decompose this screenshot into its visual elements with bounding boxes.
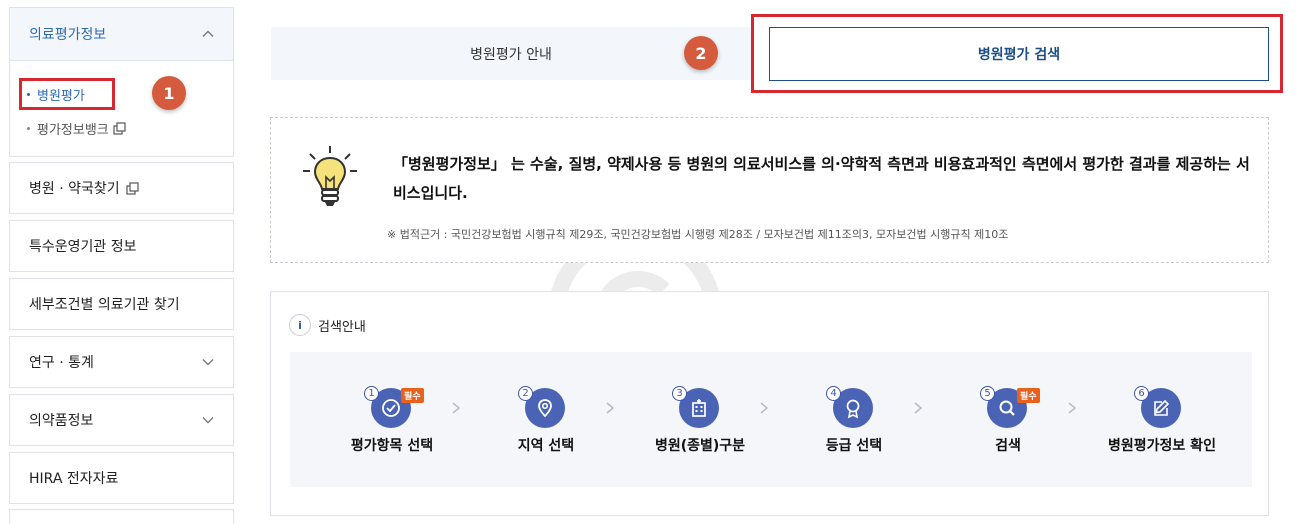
step-label: 검색 xyxy=(995,438,1021,454)
menu-item-drug-info[interactable]: 의약품정보 xyxy=(9,394,234,446)
chevron-down-icon xyxy=(201,413,215,427)
highlight-box-1 xyxy=(19,78,115,110)
new-window-icon xyxy=(126,181,139,195)
menu-item-special-institutions[interactable]: 특수운영기관 정보 xyxy=(9,220,234,272)
chevron-right-icon xyxy=(1067,401,1077,415)
chevron-right-icon xyxy=(913,401,923,415)
page: 의료평가정보 병원평가 평가정보뱅크 병원 · 약국찾기 특수운영기관 정보 세… xyxy=(0,0,1302,524)
step-6: 6 병원평가정보 확인 xyxy=(1077,352,1237,487)
menu-item-label: 연구 · 통계 xyxy=(29,355,94,371)
step-number: 4 xyxy=(826,386,841,401)
step-1: 1 필수 평가항목 선택 xyxy=(307,352,467,487)
chevron-down-icon xyxy=(201,355,215,369)
search-steps: 1 필수 평가항목 선택 2 지역 선택 3 병원(종별)구분 4 등급 선택 … xyxy=(290,352,1252,487)
step-number: 2 xyxy=(518,386,533,401)
step-label: 평가항목 선택 xyxy=(350,438,434,454)
menu-item-label: 병원 · 약국찾기 xyxy=(29,181,120,197)
step-number: 6 xyxy=(1134,386,1149,401)
search-guide-header: i 검색안내 xyxy=(289,314,366,336)
chevron-right-icon xyxy=(451,401,461,415)
step-number: 1 xyxy=(364,386,379,401)
step-number: 5 xyxy=(980,386,995,401)
tab-label: 병원평가 안내 xyxy=(470,46,552,63)
step-marker-2: 2 xyxy=(684,36,718,70)
chevron-right-icon xyxy=(605,401,615,415)
search-guide-title: 검색안내 xyxy=(318,319,366,335)
menu-item-label: 세부조건별 의료기관 찾기 xyxy=(29,297,180,313)
chevron-up-icon xyxy=(201,27,215,41)
menu-item-label: HIRA 전자자료 xyxy=(29,471,119,487)
info-box: 「병원평가정보」 는 수술, 질병, 약제사용 등 병원의 의료서비스를 의·약… xyxy=(270,117,1269,263)
info-description: 「병원평가정보」 는 수술, 질병, 약제사용 등 병원의 의료서비스를 의·약… xyxy=(393,155,1250,202)
menu-item-label: 의약품정보 xyxy=(29,413,94,429)
step-label: 등급 선택 xyxy=(825,438,883,454)
menu-item-research-stats[interactable]: 연구 · 통계 xyxy=(9,336,234,388)
info-icon: i xyxy=(289,314,311,336)
step-4: 4 등급 선택 xyxy=(769,352,929,487)
new-window-icon xyxy=(113,122,126,135)
step-2: 2 지역 선택 xyxy=(461,352,621,487)
required-badge: 필수 xyxy=(401,388,424,403)
menu-head-label: 의료평가정보 xyxy=(29,27,107,43)
menu-item-hira-data[interactable]: HIRA 전자자료 xyxy=(9,452,234,504)
step-label: 지역 선택 xyxy=(517,438,575,454)
chevron-right-icon xyxy=(759,401,769,415)
step-label: 병원(종별)구분 xyxy=(654,438,746,454)
menu-item-label: 특수운영기관 정보 xyxy=(29,239,137,255)
menu-item-hospital-pharmacy[interactable]: 병원 · 약국찾기 xyxy=(9,162,234,214)
tab-hospital-evaluation-guide[interactable]: 병원평가 안내 xyxy=(271,27,751,80)
menu-item-partial xyxy=(9,509,234,524)
legal-basis-text: ※ 법적근거 : 국민건강보험법 시행규칙 제29조, 국민건강보험법 시행령 … xyxy=(387,228,1009,241)
step-label: 병원평가정보 확인 xyxy=(1108,438,1216,454)
menu-head-evaluation[interactable]: 의료평가정보 xyxy=(10,8,233,61)
sub-item-evaluation-bank[interactable]: 평가정보뱅크 xyxy=(27,119,126,138)
step-3: 3 병원(종별)구분 xyxy=(615,352,775,487)
step-marker-1: 1 xyxy=(152,76,186,110)
light-bulb-icon xyxy=(303,146,357,206)
bullet-dot xyxy=(27,127,30,130)
required-badge: 필수 xyxy=(1017,388,1040,403)
step-5: 5 필수 검색 xyxy=(923,352,1083,487)
search-guide-box: i 검색안내 1 필수 평가항목 선택 2 지역 선택 3 병원(종별)구분 4… xyxy=(270,291,1269,516)
sub-item-label: 평가정보뱅크 xyxy=(37,123,109,138)
menu-item-detailed-search[interactable]: 세부조건별 의료기관 찾기 xyxy=(9,278,234,330)
step-number: 3 xyxy=(672,386,687,401)
highlight-box-2 xyxy=(751,14,1283,93)
